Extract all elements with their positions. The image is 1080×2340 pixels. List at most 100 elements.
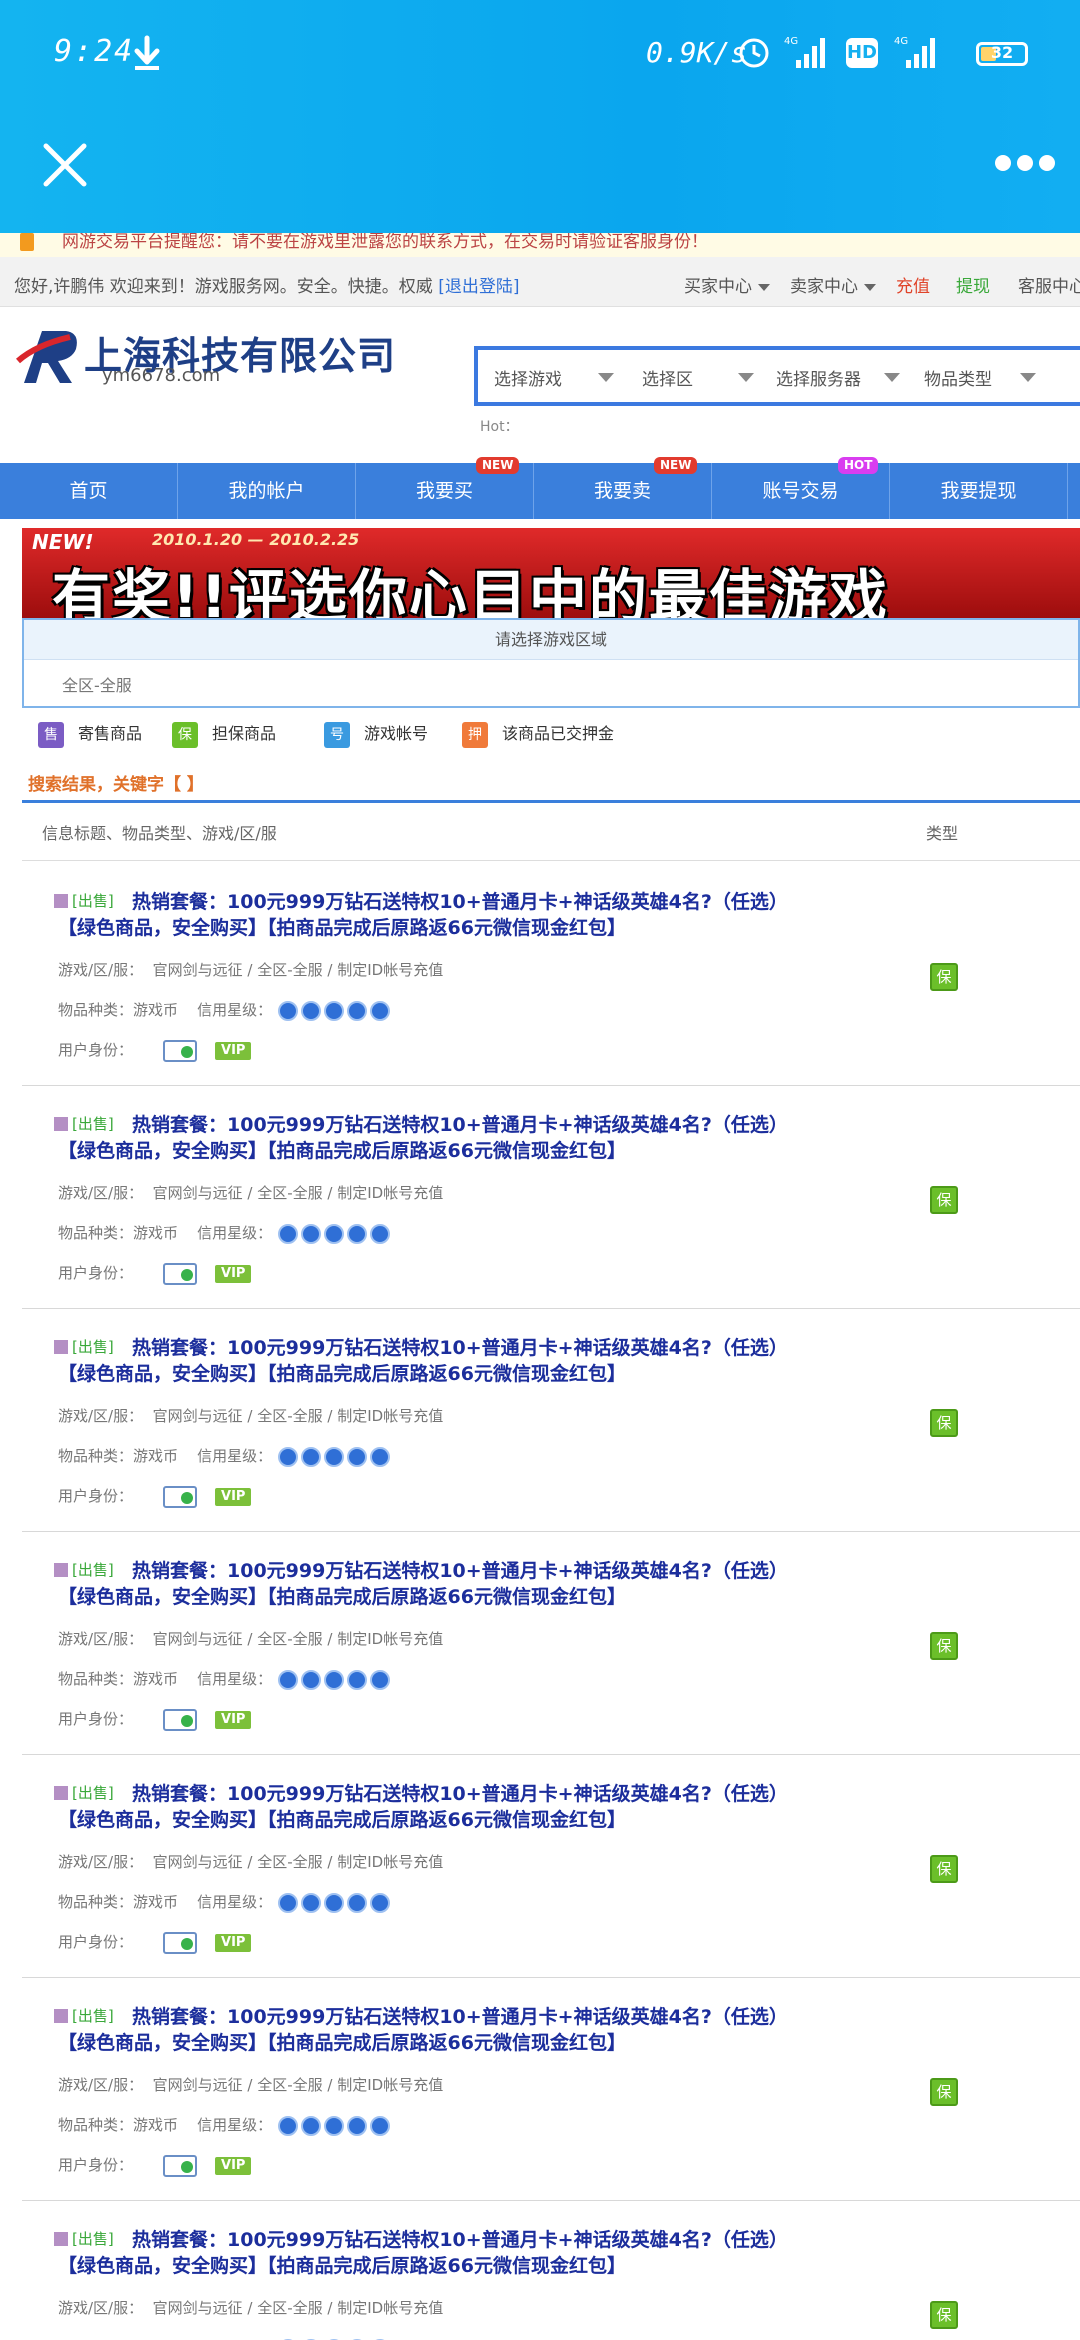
chevron-down-icon bbox=[598, 373, 614, 382]
credit-stars bbox=[278, 1223, 393, 1244]
credit-star-icon bbox=[301, 1223, 322, 1244]
listing-item[interactable]: [出售] 热销套餐：100元999万钻石送特权10+普通月卡+神话级英雄4名?（任… bbox=[22, 1532, 1080, 1755]
select-server[interactable]: 选择服务器 bbox=[776, 365, 906, 390]
close-icon[interactable] bbox=[40, 140, 90, 190]
listing-tag: [出售] bbox=[72, 1115, 114, 1133]
credit-star-icon bbox=[278, 1669, 299, 1690]
listing-item[interactable]: [出售] 热销套餐：100元999万钻石送特权10+普通月卡+神话级英雄4名?（任… bbox=[22, 1309, 1080, 1532]
listing-item[interactable]: [出售] 热销套餐：100元999万钻石送特权10+普通月卡+神话级英雄4名?（任… bbox=[22, 863, 1080, 1086]
server-label: 游戏/区/服： bbox=[58, 1630, 144, 1648]
identity-label: 用户身份： bbox=[58, 1487, 134, 1505]
verified-id-icon bbox=[163, 1708, 198, 1731]
svg-text:4G: 4G bbox=[894, 36, 908, 47]
listing-title[interactable]: 热销套餐：100元999万钻石送特权10+普通月卡+神话级英雄4名?（任选） bbox=[132, 1333, 788, 1360]
nav-item[interactable]: 我的帐户 bbox=[178, 463, 356, 519]
network-speed: 0.9K/s bbox=[646, 36, 748, 69]
listing-title[interactable]: 热销套餐：100元999万钻石送特权10+普通月卡+神话级英雄4名?（任选） bbox=[132, 1779, 788, 1806]
legend-type-icon: 押 bbox=[462, 721, 488, 748]
credit-star-icon bbox=[301, 2115, 322, 2136]
nav-item[interactable]: 我要提现 bbox=[890, 463, 1068, 519]
promo-banner[interactable]: NEW! 2010.1.20 — 2010.2.25 有奖!!评选你心目中的最佳… bbox=[22, 528, 1080, 618]
listing-item[interactable]: [出售] 热销套餐：100元999万钻石送特权10+普通月卡+神话级英雄4名?（任… bbox=[22, 1978, 1080, 2201]
credit-star-icon bbox=[324, 1446, 345, 1467]
credit-stars bbox=[278, 1892, 393, 1913]
listing-subtitle[interactable]: 【绿色商品，安全购买】【拍商品完成后原路返66元微信现金红包】 bbox=[58, 1359, 626, 1386]
listing-item[interactable]: [出售] 热销套餐：100元999万钻石送特权10+普通月卡+神话级英雄4名?（任… bbox=[22, 2201, 1080, 2340]
listing-item[interactable]: [出售] 热销套餐：100元999万钻石送特权10+普通月卡+神话级英雄4名?（任… bbox=[22, 1755, 1080, 1978]
credit-label: 信用星级： bbox=[197, 1893, 273, 1911]
verified-id-icon bbox=[163, 2154, 198, 2177]
guarantee-type-icon: 保 bbox=[930, 2301, 958, 2329]
listing-title[interactable]: 热销套餐：100元999万钻石送特权10+普通月卡+神话级英雄4名?（任选） bbox=[132, 2225, 788, 2252]
status-time: 9:24 bbox=[54, 34, 135, 69]
server-value: 官网剑与远征 / 全区-全服 / 制定ID帐号充值 bbox=[152, 961, 444, 979]
server-value: 官网剑与远征 / 全区-全服 / 制定ID帐号充值 bbox=[152, 2076, 444, 2094]
credit-star-icon bbox=[324, 1669, 345, 1690]
item-value: 游戏币 bbox=[133, 1670, 179, 1688]
legend-item: 押该商品已交押金 bbox=[462, 720, 614, 748]
listing-server-row: 游戏/区/服： 官网剑与远征 / 全区-全服 / 制定ID帐号充值 bbox=[58, 2297, 443, 2318]
nav-item-label: 我要提现 bbox=[940, 480, 1017, 502]
credit-star-icon bbox=[301, 1446, 322, 1467]
credit-star-icon bbox=[347, 1000, 368, 1021]
col-type-header: 类型 bbox=[926, 824, 959, 843]
item-label: 物品种类： bbox=[58, 1224, 134, 1242]
credit-star-icon bbox=[324, 2115, 345, 2136]
credit-label: 信用星级： bbox=[197, 2116, 273, 2134]
credit-star-icon bbox=[278, 1892, 299, 1913]
listing-title[interactable]: 热销套餐：100元999万钻石送特权10+普通月卡+神话级英雄4名?（任选） bbox=[132, 887, 788, 914]
bullet-icon bbox=[54, 1117, 68, 1131]
recharge-link[interactable]: 充值 bbox=[896, 272, 930, 297]
listing-subtitle[interactable]: 【绿色商品，安全购买】【拍商品完成后原路返66元微信现金红包】 bbox=[58, 1582, 626, 1609]
listing-subtitle[interactable]: 【绿色商品，安全购买】【拍商品完成后原路返66元微信现金红包】 bbox=[58, 1805, 626, 1832]
hd-icon: HD bbox=[846, 38, 878, 68]
listing-item[interactable]: [出售] 热销套餐：100元999万钻石送特权10+普通月卡+神话级英雄4名?（任… bbox=[22, 1086, 1080, 1309]
nav-item[interactable]: 我要卖 NEW bbox=[534, 457, 712, 519]
region-value[interactable]: 全区-全服 bbox=[62, 672, 132, 696]
legend-label: 担保商品 bbox=[212, 724, 277, 743]
credit-star-icon bbox=[347, 1892, 368, 1913]
select-game[interactable]: 选择游戏 bbox=[494, 365, 614, 390]
listing-tag: [出售] bbox=[72, 1561, 114, 1579]
logout-link[interactable]: [退出登陆] bbox=[438, 277, 519, 297]
listing-subtitle[interactable]: 【绿色商品，安全购买】【拍商品完成后原路返66元微信现金红包】 bbox=[58, 2028, 626, 2055]
legend-item: 保担保商品 bbox=[172, 720, 276, 748]
vip-badge: VIP bbox=[215, 1264, 252, 1283]
listing-title[interactable]: 热销套餐：100元999万钻石送特权10+普通月卡+神话级英雄4名?（任选） bbox=[132, 2002, 788, 2029]
server-value: 官网剑与远征 / 全区-全服 / 制定ID帐号充值 bbox=[152, 2299, 444, 2317]
new-badge: NEW bbox=[654, 457, 698, 474]
listing-title[interactable]: 热销套餐：100元999万钻石送特权10+普通月卡+神话级英雄4名?（任选） bbox=[132, 1110, 788, 1137]
more-options-icon[interactable] bbox=[994, 151, 1056, 175]
guarantee-type-icon: 保 bbox=[930, 2078, 958, 2106]
item-value: 游戏币 bbox=[133, 1001, 179, 1019]
nav-item[interactable]: 首页 bbox=[0, 463, 178, 519]
search-result-title: 搜索结果，关键字【 】 bbox=[28, 775, 204, 795]
listing-identity-row: 用户身份： VIP bbox=[58, 1262, 252, 1285]
credit-label: 信用星级： bbox=[197, 1447, 273, 1465]
listing-identity-row: 用户身份： VIP bbox=[58, 2154, 252, 2177]
listing-server-row: 游戏/区/服： 官网剑与远征 / 全区-全服 / 制定ID帐号充值 bbox=[58, 1851, 443, 1872]
select-region[interactable]: 选择区 bbox=[642, 365, 762, 390]
listing-item-row: 物品种类：游戏币 信用星级： bbox=[58, 1668, 393, 1690]
nav-item[interactable]: 账号交易 HOT bbox=[712, 457, 890, 519]
guarantee-type-icon: 保 bbox=[930, 963, 958, 991]
bullet-icon bbox=[54, 2232, 68, 2246]
seller-center-menu[interactable]: 卖家中心 bbox=[790, 272, 876, 297]
region-header: 请选择游戏区域 bbox=[24, 620, 1078, 660]
nav-item[interactable]: 我要买 NEW bbox=[356, 457, 534, 519]
server-value: 官网剑与远征 / 全区-全服 / 制定ID帐号充值 bbox=[152, 1184, 444, 1202]
listing-item-row: 物品种类：游戏币 信用星级： bbox=[58, 2114, 393, 2136]
results-table-header: 信息标题、物品类型、游戏/区/服 类型 bbox=[22, 803, 1080, 861]
nav-item-label: 首页 bbox=[69, 480, 108, 502]
verified-id-icon bbox=[163, 1485, 198, 1508]
service-center-menu[interactable]: 客服中心 bbox=[1018, 272, 1080, 297]
server-label: 游戏/区/服： bbox=[58, 2076, 144, 2094]
withdraw-link[interactable]: 提现 bbox=[956, 272, 990, 297]
listing-subtitle[interactable]: 【绿色商品，安全购买】【拍商品完成后原路返66元微信现金红包】 bbox=[58, 1136, 626, 1163]
buyer-center-menu[interactable]: 买家中心 bbox=[684, 272, 770, 297]
credit-star-icon bbox=[347, 2115, 368, 2136]
select-item-type[interactable]: 物品类型 bbox=[924, 365, 1054, 390]
listing-subtitle[interactable]: 【绿色商品，安全购买】【拍商品完成后原路返66元微信现金红包】 bbox=[58, 2251, 626, 2278]
listing-subtitle[interactable]: 【绿色商品，安全购买】【拍商品完成后原路返66元微信现金红包】 bbox=[58, 913, 626, 940]
listing-title[interactable]: 热销套餐：100元999万钻石送特权10+普通月卡+神话级英雄4名?（任选） bbox=[132, 1556, 788, 1583]
